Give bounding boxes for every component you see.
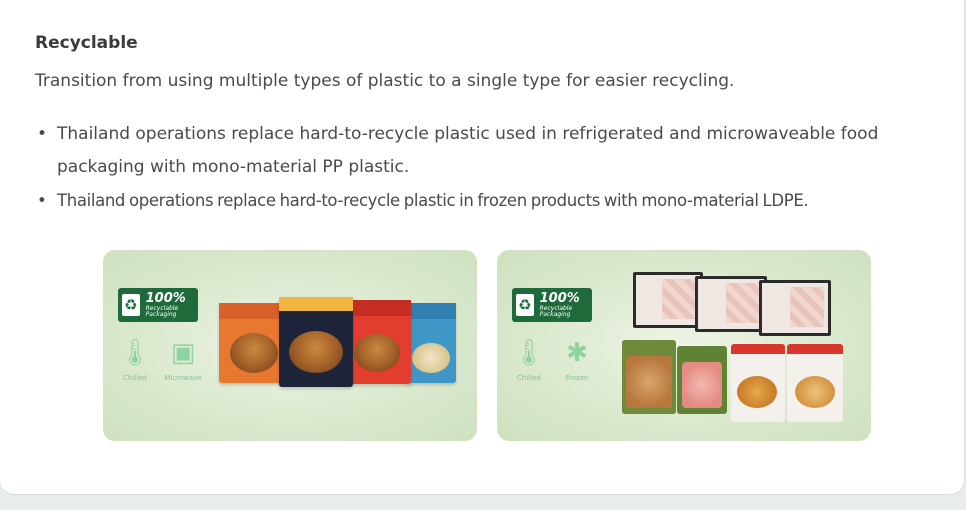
content-card: Recyclable Transition from using multipl… bbox=[0, 0, 964, 494]
product-bag bbox=[731, 344, 785, 422]
bullet-item: Thailand operations replace hard-to-recy… bbox=[35, 184, 940, 217]
recycle-icon: ♻ bbox=[516, 294, 534, 316]
thermometer-icon: 🌡 bbox=[512, 338, 546, 368]
packaging-image-chilled-frozen: ♻ 100% Recyclable Packaging 🌡 Chilled ✱ … bbox=[497, 250, 871, 441]
recyclable-badge: ♻ 100% Recyclable Packaging bbox=[512, 288, 592, 322]
icon-label: Frozen bbox=[565, 374, 589, 382]
bullet-item: Thailand operations replace hard-to-recy… bbox=[35, 118, 940, 184]
badge-percent: 100% bbox=[539, 291, 580, 306]
microwave-icon: ▣ bbox=[170, 338, 196, 368]
product-bag bbox=[622, 340, 676, 414]
packaging-image-chilled-microwave: ♻ 100% Recyclable Packaging 🌡 Chilled ▣ … bbox=[103, 250, 477, 441]
bullet-list: Thailand operations replace hard-to-recy… bbox=[35, 118, 940, 217]
icon-label: Microwave bbox=[164, 374, 202, 382]
badge-subtitle: Recyclable Packaging bbox=[539, 305, 573, 318]
snowflake-icon: ✱ bbox=[566, 338, 588, 368]
product-bag bbox=[787, 344, 843, 422]
icon-label: Chilled bbox=[517, 374, 541, 382]
thermometer-icon: 🌡 bbox=[118, 338, 152, 368]
product-tray bbox=[759, 280, 831, 336]
storage-icons: 🌡 Chilled ✱ Frozen bbox=[512, 338, 594, 382]
intro-text: Transition from using multiple types of … bbox=[35, 71, 735, 91]
storage-icons: 🌡 Chilled ▣ Microwave bbox=[118, 338, 202, 382]
product-pack bbox=[279, 297, 353, 387]
product-pack bbox=[406, 303, 456, 383]
icon-label: Chilled bbox=[123, 374, 147, 382]
badge-subtitle: Recyclable Packaging bbox=[145, 305, 179, 318]
product-bag bbox=[677, 346, 727, 414]
badge-percent: 100% bbox=[145, 291, 186, 306]
recyclable-badge: ♻ 100% Recyclable Packaging bbox=[118, 288, 198, 322]
recycle-icon: ♻ bbox=[122, 294, 140, 316]
product-pack bbox=[343, 300, 411, 384]
product-tray bbox=[695, 276, 767, 332]
section-title: Recyclable bbox=[35, 33, 138, 53]
product-tray bbox=[633, 272, 703, 328]
